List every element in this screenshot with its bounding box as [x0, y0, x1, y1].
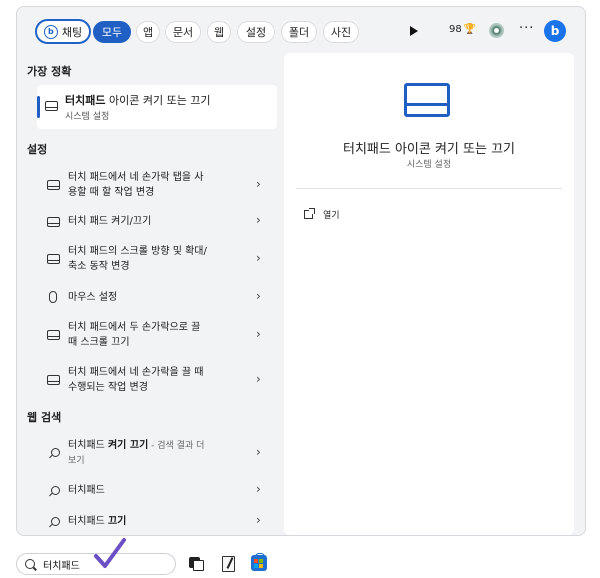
search-icon: [51, 517, 60, 526]
best-match-title: 터치패드 아이콘 켜기 또는 끄기: [65, 94, 211, 107]
chevron-right-icon: ›: [256, 213, 261, 227]
search-panel: b 채팅 모두 앱 문서 웹 설정 폴더 사진 98 🏆 ··· b 가장 정확…: [16, 6, 586, 536]
rewards-points[interactable]: 98 🏆: [449, 24, 476, 35]
search-icon: [51, 448, 60, 457]
touchpad-icon: [47, 180, 60, 190]
chevron-right-icon: ›: [256, 513, 261, 527]
chevron-right-icon: ›: [256, 482, 261, 496]
settings-item[interactable]: 터치 패드 켜기/끄기 ›: [37, 212, 277, 232]
store-icon[interactable]: [251, 553, 267, 571]
bing-chat-icon: b: [43, 24, 58, 39]
more-icon[interactable]: ···: [519, 21, 534, 36]
chevron-right-icon: ›: [256, 177, 261, 191]
web-result-item[interactable]: 터치패드 끄기 ›: [37, 512, 277, 532]
filter-bar: b 채팅 모두 앱 문서 웹 설정 폴더 사진 98 🏆 ··· b: [17, 7, 585, 51]
search-icon: [25, 559, 35, 569]
mouse-icon: [49, 291, 57, 303]
filter-photos[interactable]: 사진: [323, 21, 359, 43]
play-icon[interactable]: [410, 26, 418, 36]
touchpad-icon: [47, 330, 60, 340]
filter-folders[interactable]: 폴더: [281, 21, 317, 43]
open-label: 열기: [323, 211, 340, 221]
web-result-item[interactable]: 터치패드 켜기 끄기 - 검색 결과 더 보기 ›: [37, 437, 277, 469]
search-icon: [51, 486, 60, 495]
bing-icon[interactable]: b: [544, 20, 566, 42]
checkmark-icon: [94, 538, 126, 568]
settings-heading: 설정: [27, 143, 48, 156]
selection-accent: [37, 96, 40, 118]
filter-settings[interactable]: 설정: [237, 21, 275, 43]
filter-web[interactable]: 웹: [207, 21, 231, 43]
best-match-heading: 가장 정확: [27, 65, 72, 78]
chevron-right-icon: ›: [256, 372, 261, 386]
touchpad-icon: [47, 254, 60, 264]
chat-button[interactable]: b 채팅: [35, 19, 91, 44]
best-match-subtitle: 시스템 설정: [65, 112, 110, 122]
open-button[interactable]: 열기: [304, 208, 340, 221]
chevron-right-icon: ›: [256, 327, 261, 341]
open-external-icon: [304, 208, 315, 219]
avatar[interactable]: [489, 23, 504, 38]
filter-apps[interactable]: 앱: [136, 21, 160, 43]
trophy-icon: 🏆: [463, 24, 477, 35]
touchpad-icon: [47, 375, 60, 385]
settings-item[interactable]: 터치 패드의 스크롤 방향 및 확대/축소 동작 변경 ›: [37, 243, 277, 275]
filter-documents[interactable]: 문서: [165, 21, 201, 43]
divider: [296, 188, 562, 189]
settings-item[interactable]: 터치 패드에서 두 손가락으로 끌때 스크롤 끄기 ›: [37, 319, 277, 351]
filter-all[interactable]: 모두: [93, 21, 131, 43]
detail-title: 터치패드 아이콘 켜기 또는 끄기: [342, 142, 515, 157]
settings-item[interactable]: 터치 패드에서 네 손가락을 끌 때 수행되는 작업 변경 ›: [37, 364, 277, 396]
touchpad-icon: [47, 217, 60, 227]
settings-item[interactable]: 마우스 설정 ›: [37, 288, 277, 308]
detail-subtitle: 시스템 설정: [406, 160, 452, 170]
settings-item[interactable]: 터치 패드에서 네 손가락 탭을 사 용할 때 할 작업 변경 ›: [37, 169, 277, 201]
detail-pane: 터치패드 아이콘 켜기 또는 끄기 시스템 설정 열기: [284, 53, 574, 535]
touchpad-icon: [45, 101, 58, 111]
touchpad-large-icon: [404, 83, 450, 117]
chevron-right-icon: ›: [256, 445, 261, 459]
best-match-item[interactable]: 터치패드 아이콘 켜기 또는 끄기 시스템 설정: [37, 85, 277, 129]
notepad-icon[interactable]: [220, 555, 236, 572]
chevron-right-icon: ›: [256, 289, 261, 303]
web-search-heading: 웹 검색: [27, 411, 62, 424]
chat-label: 채팅: [61, 25, 83, 39]
web-result-item[interactable]: 터치패드 ›: [37, 481, 277, 501]
points-value: 98: [449, 24, 462, 35]
chevron-right-icon: ›: [256, 251, 261, 265]
taskview-icon[interactable]: [188, 555, 204, 571]
